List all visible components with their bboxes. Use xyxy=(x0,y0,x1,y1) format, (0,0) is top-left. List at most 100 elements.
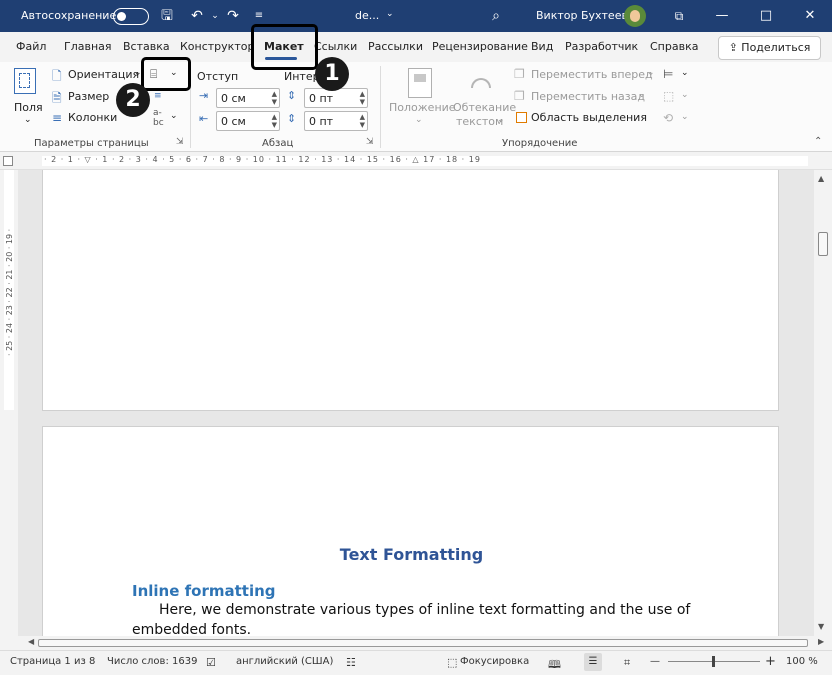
zoom-in-icon[interactable]: + xyxy=(765,654,776,669)
rotate-chevron-icon[interactable]: ⌄ xyxy=(681,112,689,122)
read-mode-icon[interactable]: 🕮 xyxy=(548,656,561,675)
tab-references[interactable]: Ссылки xyxy=(314,40,357,53)
columns-button[interactable]: Колонки xyxy=(68,111,117,124)
tab-design[interactable]: Конструктор xyxy=(180,40,254,53)
avatar[interactable] xyxy=(624,5,646,27)
margins-icon[interactable] xyxy=(14,68,36,94)
tab-mailings[interactable]: Рассылки xyxy=(368,40,423,53)
margins-button[interactable]: Поля xyxy=(14,101,43,114)
indent-left-input[interactable]: 0 см ▲ ▼ xyxy=(216,88,280,108)
save-icon[interactable]: 🖫 xyxy=(156,5,178,27)
margins-chevron-icon[interactable]: ⌄ xyxy=(24,115,32,125)
vertical-scrollbar[interactable]: ▲ ▼ xyxy=(814,170,832,636)
autosave-toggle[interactable] xyxy=(113,8,149,25)
spacing-before-input[interactable]: 0 пт ▲ ▼ xyxy=(304,88,368,108)
vertical-ruler[interactable]: · 25 · 24 · 23 · 22 · 21 · 20 · 19 · xyxy=(0,170,18,636)
document-name[interactable]: de... xyxy=(355,9,379,22)
word-count[interactable]: Число слов: 1639 xyxy=(107,656,197,667)
tab-developer[interactable]: Разработчик xyxy=(565,40,638,53)
spacing-before-value: 0 пт xyxy=(309,92,334,105)
hyphenation-chevron-icon[interactable]: ⌄ xyxy=(170,111,178,121)
document-canvas[interactable]: Text Formatting Inline formatting Here, … xyxy=(18,170,814,636)
position-button[interactable]: Положение xyxy=(389,101,456,114)
size-button[interactable]: Размер xyxy=(68,90,109,103)
tab-help[interactable]: Справка xyxy=(650,40,698,53)
wrap-text-chevron-icon[interactable]: ⌄ xyxy=(497,115,505,125)
tab-view[interactable]: Вид xyxy=(531,40,553,53)
proofing-icon[interactable]: ☑ xyxy=(206,656,216,669)
document-subheading[interactable]: Inline formatting xyxy=(132,582,276,600)
share-icon: ⇪ xyxy=(728,41,742,54)
document-heading[interactable]: Text Formatting xyxy=(43,545,780,564)
tab-file[interactable]: Файл xyxy=(16,40,46,53)
language-indicator[interactable]: английский (США) xyxy=(236,656,333,667)
spin-arrows-icon[interactable]: ▲ ▼ xyxy=(360,90,365,106)
group-divider xyxy=(380,66,381,148)
zoom-out-icon[interactable]: — xyxy=(650,656,660,667)
document-body-line[interactable]: embedded fonts. xyxy=(132,622,251,636)
line-numbers-icon[interactable]: ≡ xyxy=(154,91,162,101)
focus-button[interactable]: Фокусировка xyxy=(460,656,529,667)
redo-icon[interactable]: ↷ xyxy=(222,5,244,27)
page-indicator[interactable]: Страница 1 из 8 xyxy=(10,656,95,667)
arrange-group-label: Упорядочение xyxy=(502,138,578,149)
search-icon[interactable]: ⌕ xyxy=(485,5,507,27)
document-body-line[interactable]: Here, we demonstrate various types of in… xyxy=(159,602,690,618)
align-icon[interactable]: ⊨ xyxy=(663,67,673,81)
align-chevron-icon[interactable]: ⌄ xyxy=(681,68,689,78)
page-1-bottom[interactable] xyxy=(42,170,779,411)
web-layout-icon[interactable]: ⌗ xyxy=(624,656,630,670)
bring-forward-button[interactable]: Переместить вперед xyxy=(531,68,653,81)
hyphenation-icon[interactable]: a-bc xyxy=(153,108,164,128)
wrap-text-button[interactable]: Обтекание xyxy=(453,101,516,114)
page-setup-launcher-icon[interactable]: ⇲ xyxy=(176,137,184,147)
spin-arrows-icon[interactable]: ▲ ▼ xyxy=(360,113,365,129)
user-name[interactable]: Виктор Бухтеев xyxy=(536,9,628,22)
orientation-button[interactable]: Ориентация xyxy=(68,68,139,81)
tab-home[interactable]: Главная xyxy=(64,40,112,53)
focus-icon[interactable]: ⬚ xyxy=(447,656,457,669)
collapse-ribbon-icon[interactable]: ⌃ xyxy=(814,136,822,147)
tab-insert[interactable]: Вставка xyxy=(123,40,170,53)
group-objects-chevron-icon[interactable]: ⌄ xyxy=(681,90,689,100)
indent-label: Отступ xyxy=(197,70,239,83)
send-backward-chevron-icon[interactable]: ⌄ xyxy=(638,90,646,100)
accessibility-icon[interactable]: ☷ xyxy=(346,656,356,669)
paragraph-launcher-icon[interactable]: ⇲ xyxy=(366,137,374,147)
scroll-right-icon[interactable]: ▶ xyxy=(818,637,824,646)
doc-name-chevron-icon[interactable]: ⌄ xyxy=(386,9,394,19)
group-objects-icon[interactable]: ⬚ xyxy=(663,89,674,103)
wrap-text-icon[interactable] xyxy=(468,68,494,98)
scroll-down-icon[interactable]: ▼ xyxy=(818,622,824,631)
highlight-breaks-button xyxy=(141,57,191,91)
share-button[interactable]: ⇪ Поделиться xyxy=(718,36,821,60)
spacing-after-input[interactable]: 0 пт ▲ ▼ xyxy=(304,111,368,131)
page-2[interactable]: Text Formatting Inline formatting Here, … xyxy=(42,426,779,636)
spin-arrows-icon[interactable]: ▲ ▼ xyxy=(272,113,277,129)
horizontal-ruler[interactable]: · 2 · 1 · ▽ · 1 · 2 · 3 · 4 · 5 · 6 · 7 … xyxy=(0,152,832,170)
scroll-left-icon[interactable]: ◀ xyxy=(28,637,34,646)
ruler-ticks: · 25 · 24 · 23 · 22 · 21 · 20 · 19 · xyxy=(5,228,14,356)
zoom-slider-thumb[interactable] xyxy=(712,656,715,667)
selection-pane-button[interactable]: Область выделения xyxy=(531,111,647,124)
spin-arrows-icon[interactable]: ▲ ▼ xyxy=(272,90,277,106)
scroll-thumb[interactable] xyxy=(38,639,808,647)
bring-forward-chevron-icon[interactable]: ⌄ xyxy=(647,68,655,78)
tab-review[interactable]: Рецензирование xyxy=(432,40,528,53)
close-icon[interactable]: ✕ xyxy=(788,0,832,32)
rotate-icon[interactable]: ⟲ xyxy=(663,111,673,125)
horizontal-scrollbar[interactable]: ◀ ▶ xyxy=(18,636,832,650)
autosave-label: Автосохранение xyxy=(21,9,117,22)
zoom-level[interactable]: 100 % xyxy=(786,656,818,667)
indent-right-input[interactable]: 0 см ▲ ▼ xyxy=(216,111,280,131)
print-layout-icon[interactable]: ☰ xyxy=(584,653,602,671)
minimize-icon[interactable]: — xyxy=(700,0,744,32)
maximize-icon[interactable]: □ xyxy=(744,0,788,32)
tab-selector-icon[interactable] xyxy=(3,156,13,166)
ribbon-display-icon[interactable]: ⧉ xyxy=(657,0,701,32)
position-icon[interactable] xyxy=(408,68,432,98)
position-chevron-icon[interactable]: ⌄ xyxy=(415,115,423,125)
scroll-up-icon[interactable]: ▲ xyxy=(818,174,824,183)
scroll-thumb[interactable] xyxy=(818,232,828,256)
send-backward-button[interactable]: Переместить назад xyxy=(531,90,645,103)
